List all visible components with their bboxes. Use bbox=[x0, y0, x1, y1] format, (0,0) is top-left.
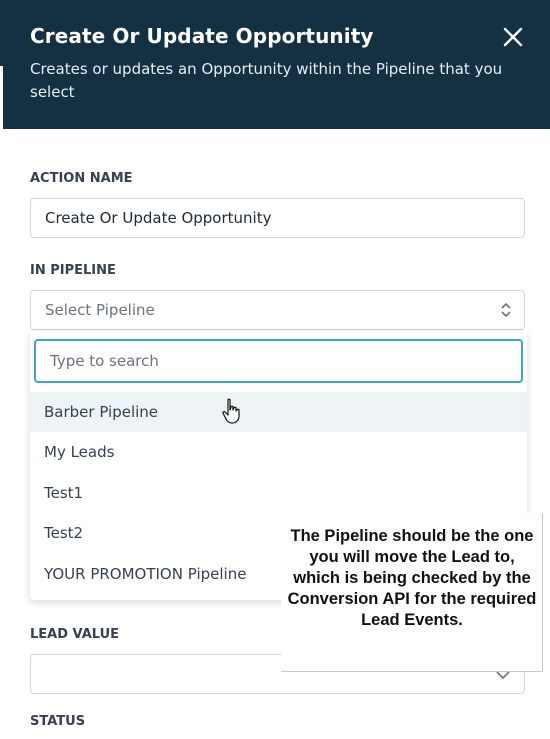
close-icon[interactable] bbox=[500, 24, 526, 50]
lead-value-label: LEAD VALUE bbox=[30, 627, 120, 642]
action-name-value: Create Or Update Opportunity bbox=[45, 209, 272, 227]
status-label: STATUS bbox=[30, 714, 86, 729]
modal-title: Create Or Update Opportunity bbox=[30, 24, 374, 48]
annotation-callout: The Pipeline should be the one you will … bbox=[281, 513, 543, 672]
pipeline-select[interactable]: Select Pipeline bbox=[30, 290, 525, 330]
pipeline-option-label: Test2 bbox=[44, 524, 84, 542]
pipeline-option-label: Barber Pipeline bbox=[44, 403, 159, 421]
search-placeholder: Type to search bbox=[50, 352, 159, 370]
header-edge bbox=[0, 66, 3, 129]
hand-cursor-icon bbox=[222, 398, 240, 424]
modal-header: Create Or Update Opportunity Creates or … bbox=[0, 0, 550, 129]
pipeline-option[interactable]: My Leads bbox=[30, 432, 527, 472]
pipeline-search-input[interactable]: Type to search bbox=[34, 339, 523, 383]
pipeline-select-placeholder: Select Pipeline bbox=[45, 301, 155, 319]
in-pipeline-label: IN PIPELINE bbox=[30, 263, 116, 278]
callout-text: The Pipeline should be the one you will … bbox=[287, 527, 537, 629]
modal-subtitle: Creates or updates an Opportunity within… bbox=[30, 60, 503, 101]
select-chevron-icon bbox=[501, 302, 511, 318]
pipeline-option-label: YOUR PROMOTION Pipeline bbox=[44, 565, 247, 583]
action-name-label: ACTION NAME bbox=[30, 171, 133, 186]
pipeline-option[interactable]: Barber Pipeline bbox=[30, 392, 527, 432]
pipeline-option-label: Test1 bbox=[44, 484, 84, 502]
pipeline-option-label: My Leads bbox=[44, 443, 115, 461]
action-name-input[interactable]: Create Or Update Opportunity bbox=[30, 198, 525, 238]
pipeline-option[interactable]: Test1 bbox=[30, 473, 527, 513]
